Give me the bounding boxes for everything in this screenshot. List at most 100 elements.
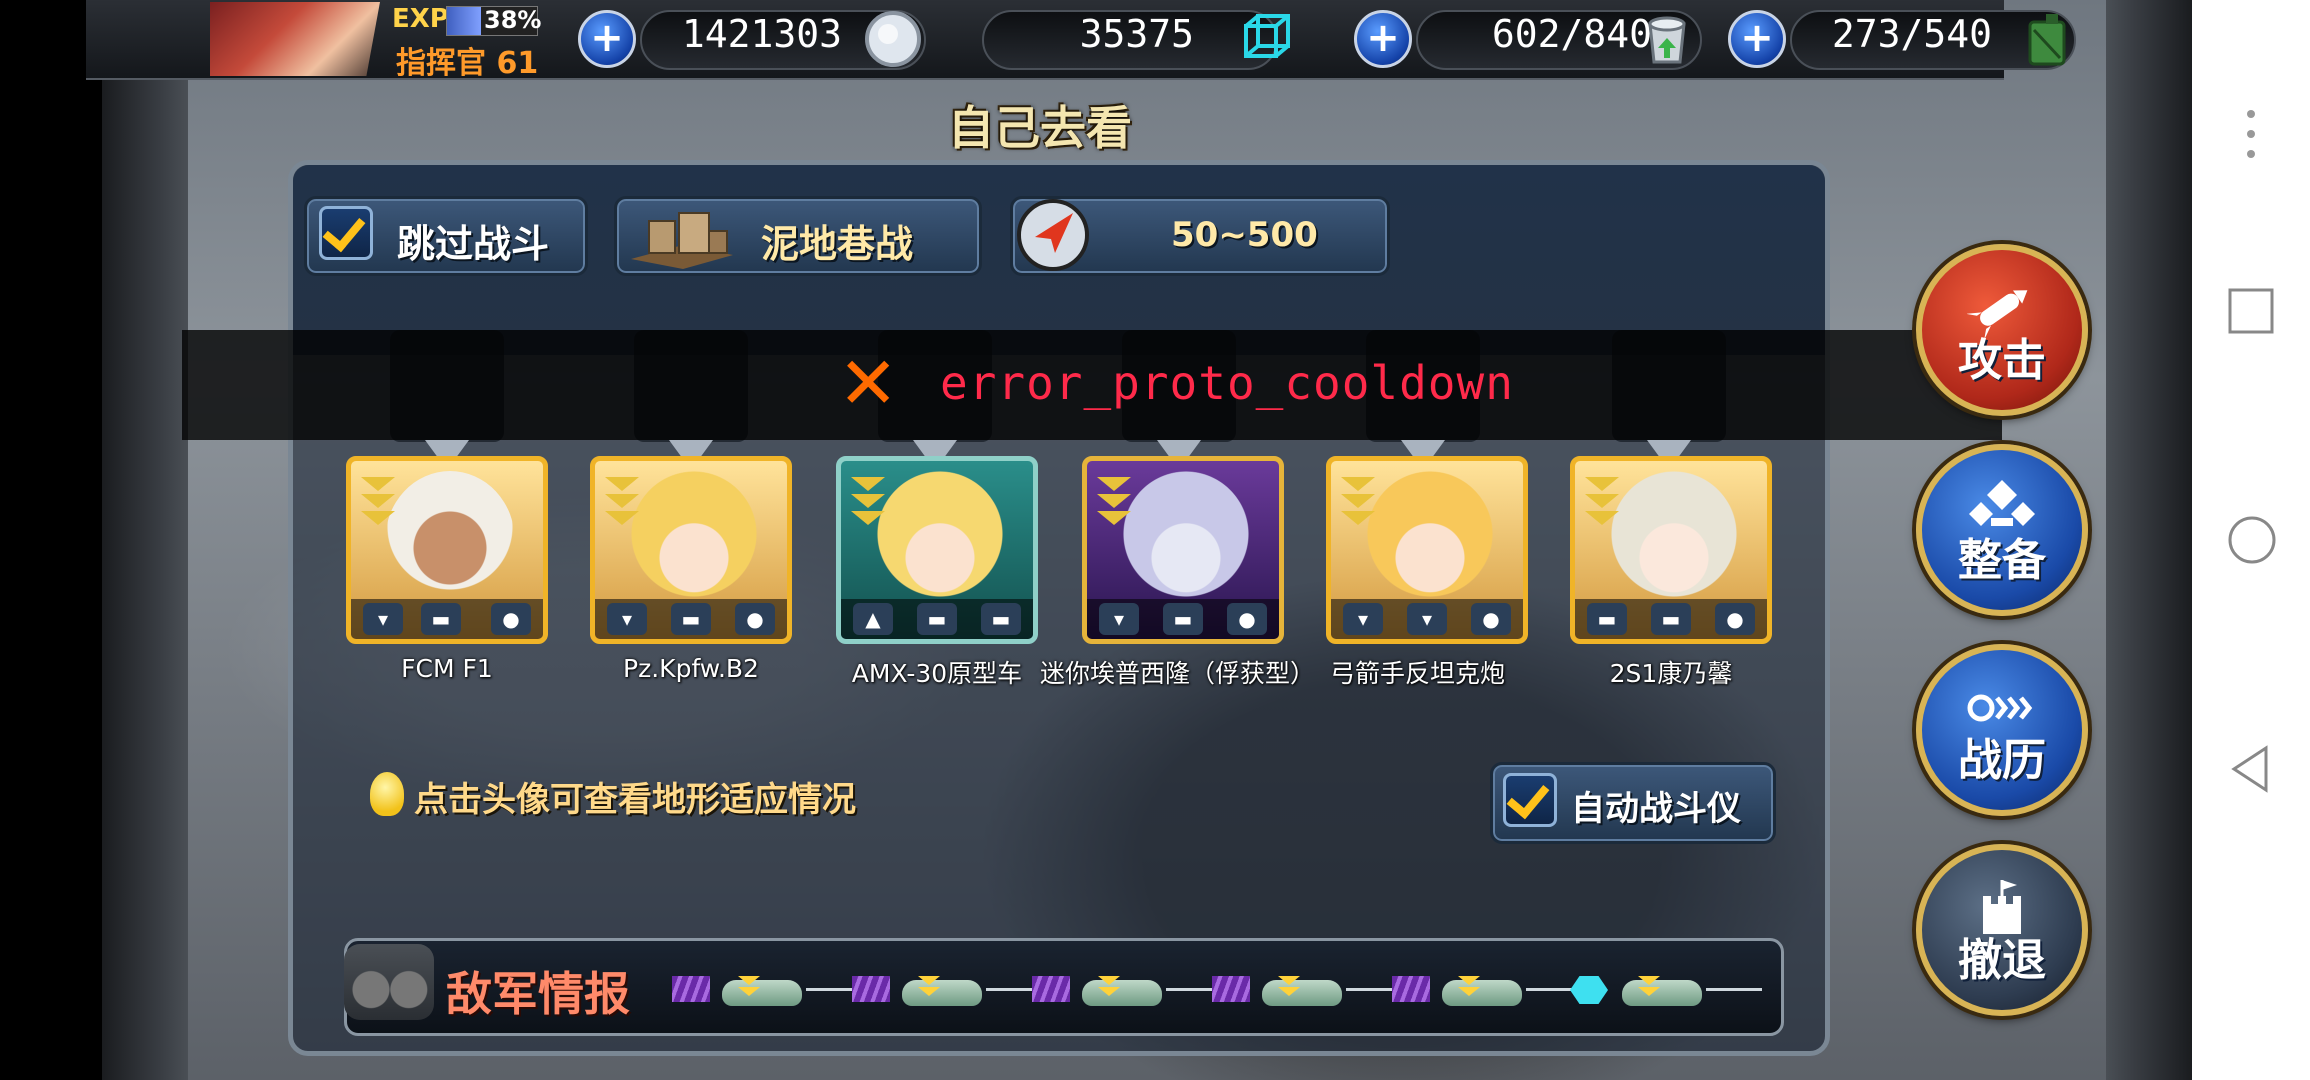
commander-level: 指挥官 61 (396, 46, 539, 81)
enemy-intel-label: 敌军情报 (446, 967, 630, 1021)
blue-cube-icon (1244, 14, 1290, 58)
fuel-canister-icon (2028, 14, 2066, 66)
unit-name: 弓箭手反坦克炮 (1330, 659, 1506, 688)
attack-label: 攻击 (1958, 335, 2046, 386)
history-label: 战历 (1958, 735, 2046, 786)
range-select-button[interactable]: 50~500 (1010, 196, 1390, 276)
tank-type-icon: ▬ (981, 603, 1021, 635)
enemy-squad-marker-icon (1032, 976, 1070, 1002)
overflow-menu-icon[interactable] (2236, 106, 2266, 162)
rank-chevrons-icon (605, 477, 639, 533)
rank-chevrons-icon (1097, 477, 1131, 533)
page-title: 自己去看 (948, 101, 1132, 155)
water-drop-icon: ● (1471, 603, 1511, 635)
unit-name: Pz.Kpfw.B2 (623, 654, 759, 683)
terrain-hint-text: 点击头像可查看地形适应情况 (414, 780, 856, 820)
range-value: 50~500 (1171, 215, 1318, 255)
enemy-squad-marker-icon (852, 976, 890, 1002)
exp-percent: 38% (484, 6, 542, 34)
unit-portrait (1365, 471, 1495, 611)
lightbulb-icon (370, 772, 404, 816)
unit-trait-bar: ▾ ▬ ● (351, 599, 543, 639)
auto-battle-label: 自动战斗仪 (1571, 789, 1741, 829)
enemy-squad-marker-icon (672, 976, 710, 1002)
prepare-button[interactable]: 整备 (1916, 444, 2088, 616)
unit-trait-bar: ▲ ▬ ▬ (841, 599, 1033, 639)
unit-portrait (385, 471, 515, 611)
unit-trait-bar: ▾ ▾ ● (1331, 599, 1523, 639)
enemy-tank-icon (1616, 968, 1762, 1008)
terrain-down-icon: ▾ (1407, 603, 1447, 635)
terrain-down-icon: ▾ (607, 603, 647, 635)
checkbox-checked-icon (319, 206, 373, 260)
tank-type-icon: ▬ (421, 603, 461, 635)
add-fuel-button[interactable]: + (1728, 10, 1786, 68)
water-drop-icon: ● (491, 603, 531, 635)
error-message: error_proto_cooldown (940, 356, 1514, 410)
unit-name: AMX-30原型车 (851, 659, 1023, 688)
skip-battle-toggle[interactable]: 跳过战斗 (304, 196, 588, 276)
skip-battle-label: 跳过战斗 (397, 222, 550, 266)
unit-portrait (1121, 471, 1251, 611)
cubes-counter: 35375 (982, 10, 1278, 70)
checkbox-checked-icon (1503, 773, 1557, 827)
unit-name: FCM F1 (401, 654, 493, 683)
unit-trait-bar: ▾ ▬ ● (1087, 599, 1279, 639)
silver-coin-icon (865, 11, 921, 67)
terrain-down-icon: ▾ (1343, 603, 1383, 635)
tank-type-icon: ▬ (1163, 603, 1203, 635)
error-x-icon: ✕ (838, 341, 899, 425)
paint-value: 602/840 (1491, 12, 1652, 56)
tank-type-icon: ▬ (1651, 603, 1691, 635)
rank-chevrons-icon (1341, 477, 1375, 533)
auto-battle-toggle[interactable]: 自动战斗仪 (1490, 762, 1776, 844)
terrain-down-icon: ▾ (1099, 603, 1139, 635)
unit-portrait (629, 471, 759, 611)
commander-avatar[interactable] (210, 2, 380, 76)
unit-card-2s1[interactable]: ▬ ▬ ● (1570, 456, 1772, 644)
enemy-squad-marker-icon (1392, 976, 1430, 1002)
back-icon[interactable] (2228, 744, 2272, 794)
exp-bar-fill (447, 7, 482, 35)
tank-type-icon: ▬ (917, 603, 957, 635)
unit-card-amx-30[interactable]: ▲ ▬ ▬ (836, 456, 1038, 644)
water-drop-icon: ● (1715, 603, 1755, 635)
unit-trait-bar: ▬ ▬ ● (1575, 599, 1767, 639)
map-select-button[interactable]: 泥地巷战 (614, 196, 982, 276)
unit-card-mini-epsilon[interactable]: ▾ ▬ ● (1082, 456, 1284, 644)
compass-arrow-icon (1017, 199, 1089, 271)
add-coins-button[interactable]: + (578, 10, 636, 68)
enemy-squad-marker-icon (1212, 976, 1250, 1002)
retreat-button[interactable]: 撤退 (1916, 844, 2088, 1016)
attack-button[interactable]: 攻击 (1916, 244, 2088, 416)
water-drop-icon: ● (735, 603, 775, 635)
paint-bucket-icon (1648, 16, 1686, 64)
terrain-icon: ▲ (853, 603, 893, 635)
enemy-tank-icon (896, 968, 1046, 1008)
water-drop-icon: ● (1227, 603, 1267, 635)
enemy-tank-icon (1076, 968, 1226, 1008)
map-name: 泥地巷战 (761, 222, 914, 266)
enemy-tank-icon (1256, 968, 1406, 1008)
unit-card-pz-kpfw-b2[interactable]: ▾ ▬ ● (590, 456, 792, 644)
recent-apps-icon[interactable] (2226, 286, 2276, 336)
history-button[interactable]: 战历 (1916, 644, 2088, 816)
tank-type-icon: ▬ (1587, 603, 1627, 635)
rank-chevrons-icon (851, 477, 885, 533)
unit-name: 2S1康乃馨 (1609, 659, 1733, 688)
rank-chevrons-icon (361, 477, 395, 533)
enemy-tank-icon (716, 968, 866, 1008)
terrain-down-icon: ▾ (363, 603, 403, 635)
fuel-value: 273/540 (1831, 12, 1992, 56)
unit-card-fcm-f1[interactable]: ▾ ▬ ● (346, 456, 548, 644)
unit-name: 迷你埃普西隆（俘获型） (1040, 659, 1316, 688)
tank-type-icon: ▬ (671, 603, 711, 635)
unit-portrait (875, 471, 1005, 611)
unit-card-archer[interactable]: ▾ ▾ ● (1326, 456, 1528, 644)
retreat-label: 撤退 (1958, 935, 2046, 986)
binoculars-icon (344, 944, 434, 1020)
home-icon[interactable] (2226, 514, 2278, 566)
add-paint-button[interactable]: + (1354, 10, 1412, 68)
exp-label: EXP (392, 4, 449, 34)
unit-portrait (1609, 471, 1739, 611)
